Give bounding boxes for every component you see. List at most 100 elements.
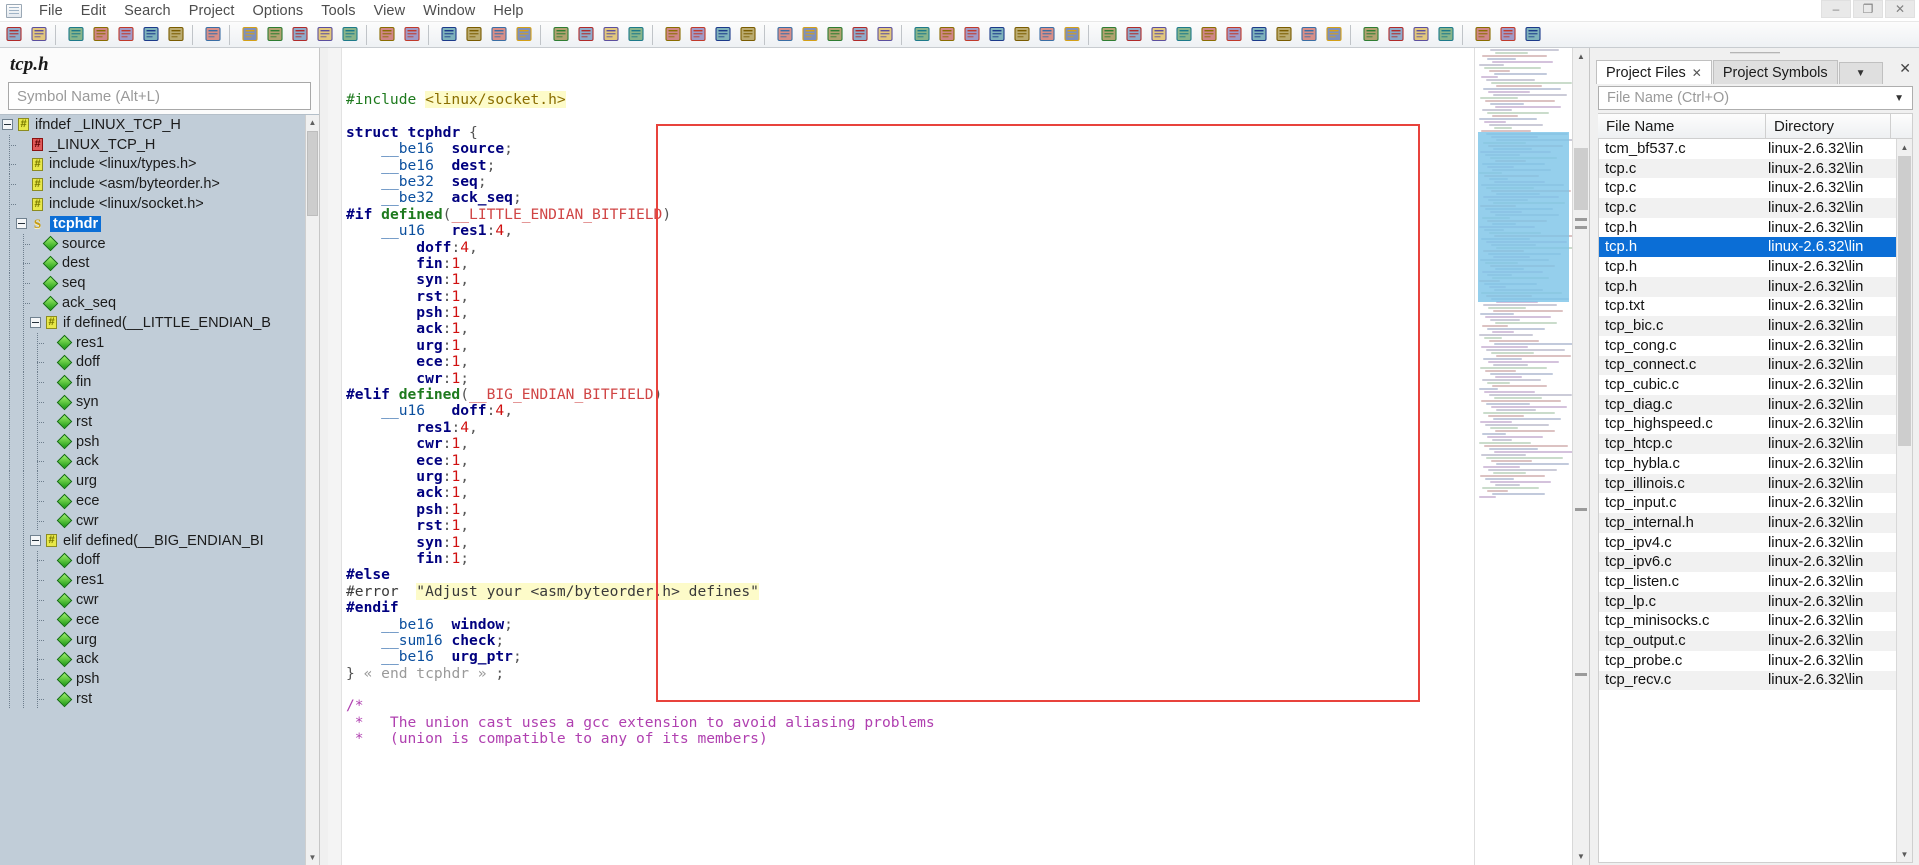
symbol-tree-node[interactable]: psh <box>0 669 305 689</box>
new-file-icon[interactable] <box>64 23 89 47</box>
column-header-file-name[interactable]: File Name <box>1598 114 1766 138</box>
editor-scroll-thumb[interactable] <box>1574 148 1588 210</box>
symbol-tree-node[interactable]: # ifndef _LINUX_TCP_H <box>0 115 305 135</box>
book2-icon[interactable] <box>1035 23 1060 47</box>
print-icon[interactable] <box>201 23 226 47</box>
file-list-row[interactable]: tcp.txt linux-2.6.32\lin <box>1599 297 1896 317</box>
symbol-tree-node[interactable]: # elif defined(__BIG_ENDIAN_BI <box>0 530 305 551</box>
file-list-row[interactable]: tcp_internal.h linux-2.6.32\lin <box>1599 513 1896 533</box>
list-icon[interactable] <box>1010 23 1035 47</box>
code-line[interactable]: __be16 source; <box>346 140 1474 157</box>
panel-b-icon[interactable] <box>1496 23 1521 47</box>
code-line[interactable]: syn:1, <box>346 534 1474 551</box>
menu-item-window[interactable]: Window <box>414 1 484 21</box>
add-icon[interactable] <box>1359 23 1384 47</box>
symbol-tree-node[interactable]: # include <asm/byteorder.h> <box>0 174 305 194</box>
outline-icon[interactable] <box>711 23 736 47</box>
code-line[interactable]: __u16 doff:4, <box>346 403 1474 419</box>
code-line[interactable]: __u16 res1:4, <box>346 222 1474 239</box>
panel-drag-grip[interactable] <box>1590 48 1919 58</box>
file-list-row[interactable]: tcp.c linux-2.6.32\lin <box>1599 178 1896 198</box>
menu-item-file[interactable]: File <box>30 1 72 21</box>
removeall-icon[interactable] <box>1434 23 1459 47</box>
grid-icon[interactable] <box>910 23 935 47</box>
symbol-tree-node[interactable]: # if defined(__LITTLE_ENDIAN_B <box>0 312 305 333</box>
file-list-row[interactable]: tcp_output.c linux-2.6.32\lin <box>1599 631 1896 651</box>
file-list-row[interactable]: tcp.h linux-2.6.32\lin <box>1599 257 1896 277</box>
editor-scroll-down-icon[interactable]: ▼ <box>1573 848 1589 865</box>
symbol-tree[interactable]: # ifndef _LINUX_TCP_H # _LINUX_TCP_H # includ… <box>0 114 319 865</box>
stack-icon[interactable] <box>1172 23 1197 47</box>
goto-prev-icon[interactable] <box>437 23 462 47</box>
panel-close-icon[interactable]: ✕ <box>1899 60 1911 77</box>
code-line[interactable]: psh:1, <box>346 501 1474 518</box>
file-list-row[interactable]: tcp_cong.c linux-2.6.32\lin <box>1599 336 1896 356</box>
column-header-directory[interactable]: Directory <box>1766 114 1891 138</box>
step-icon[interactable] <box>1147 23 1172 47</box>
symbol-tree-node[interactable]: ece <box>0 609 305 630</box>
code-line[interactable]: __be16 urg_ptr; <box>346 649 1474 665</box>
code-line[interactable]: rst:1, <box>346 288 1474 305</box>
menu-item-edit[interactable]: Edit <box>72 1 115 21</box>
scroll-down-icon[interactable]: ▼ <box>306 850 319 865</box>
undo-icon[interactable] <box>313 23 338 47</box>
web-help-icon[interactable] <box>624 23 649 47</box>
file-list-scroll-down-icon[interactable]: ▼ <box>1897 846 1912 862</box>
code-line[interactable]: #elif defined(__BIG_ENDIAN_BITFIELD) <box>346 386 1474 403</box>
regex-icon[interactable] <box>873 23 898 47</box>
xref-icon[interactable] <box>599 23 624 47</box>
scroll-thumb[interactable] <box>307 131 318 216</box>
tab-project-files[interactable]: Project Files ✕ <box>1596 60 1712 84</box>
code-line[interactable]: * The union cast uses a gcc extension to… <box>346 714 1474 731</box>
layout-icon[interactable] <box>1247 23 1272 47</box>
minimize-button[interactable]: – <box>1821 0 1851 18</box>
menu-item-tools[interactable]: Tools <box>312 1 364 21</box>
menu-item-search[interactable]: Search <box>115 1 180 21</box>
symbol-tree-node[interactable]: seq <box>0 273 305 293</box>
symbol-tree-node[interactable]: ack_seq <box>0 293 305 313</box>
file-name-filter-input[interactable]: File Name (Ctrl+O) ▼ <box>1598 86 1913 110</box>
minimap-viewport-highlight[interactable] <box>1478 132 1569 302</box>
columns-icon[interactable] <box>985 23 1010 47</box>
panel-a-icon[interactable] <box>1471 23 1496 47</box>
code-line[interactable]: #else <box>346 567 1474 583</box>
find-in-files-icon[interactable] <box>400 23 425 47</box>
menu-item-view[interactable]: View <box>365 1 415 21</box>
code-line[interactable]: doff:4, <box>346 239 1474 256</box>
code-line[interactable]: __sum16 check; <box>346 632 1474 649</box>
symbol-tree-node[interactable]: # include <linux/types.h> <box>0 154 305 175</box>
editor-scroll-up-icon[interactable]: ▲ <box>1573 48 1589 65</box>
goto-next-icon[interactable] <box>462 23 487 47</box>
paste-icon[interactable] <box>288 23 313 47</box>
copy-icon[interactable] <box>263 23 288 47</box>
code-line[interactable]: ece:1, <box>346 452 1474 469</box>
file-list-row[interactable]: tcp_ipv6.c linux-2.6.32\lin <box>1599 552 1896 573</box>
file-list-scroll-up-icon[interactable]: ▲ <box>1897 139 1912 155</box>
file-list-row[interactable]: tcp_bic.c linux-2.6.32\lin <box>1599 316 1896 336</box>
panel-c-icon[interactable] <box>1521 23 1546 47</box>
code-line[interactable]: cwr:1, <box>346 436 1474 452</box>
addall-icon[interactable] <box>1384 23 1409 47</box>
cut-icon[interactable] <box>238 23 263 47</box>
symbol-tree-node[interactable]: dest <box>0 253 305 274</box>
file-list-row[interactable]: tcp.h linux-2.6.32\lin <box>1599 218 1896 238</box>
find-icon[interactable] <box>375 23 400 47</box>
menu-item-help[interactable]: Help <box>484 1 532 21</box>
symbol-tree-node[interactable]: doff <box>0 550 305 571</box>
code-line[interactable]: __be16 dest; <box>346 157 1474 174</box>
info-icon[interactable] <box>798 23 823 47</box>
code-line[interactable]: psh:1, <box>346 304 1474 321</box>
code-line[interactable]: #error "Adjust your <asm/byteorder.h> de… <box>346 582 1474 600</box>
code-line[interactable] <box>346 682 1474 698</box>
code-line[interactable] <box>346 108 1474 124</box>
nav-forward-icon[interactable] <box>27 23 52 47</box>
file-list-row[interactable]: tcp_illinois.c linux-2.6.32\lin <box>1599 473 1896 494</box>
symbol-search-input[interactable]: Symbol Name (Alt+L) <box>8 82 311 110</box>
scroll-up-icon[interactable]: ▲ <box>306 115 319 130</box>
search-fwd-icon[interactable] <box>686 23 711 47</box>
play-icon[interactable] <box>1097 23 1122 47</box>
code-line[interactable]: ack:1, <box>346 485 1474 501</box>
symbol-tree-node[interactable]: psh <box>0 431 305 452</box>
file-list-row[interactable]: tcp_htcp.c linux-2.6.32\lin <box>1599 434 1896 454</box>
tree-collapse-icon[interactable] <box>2 119 13 131</box>
